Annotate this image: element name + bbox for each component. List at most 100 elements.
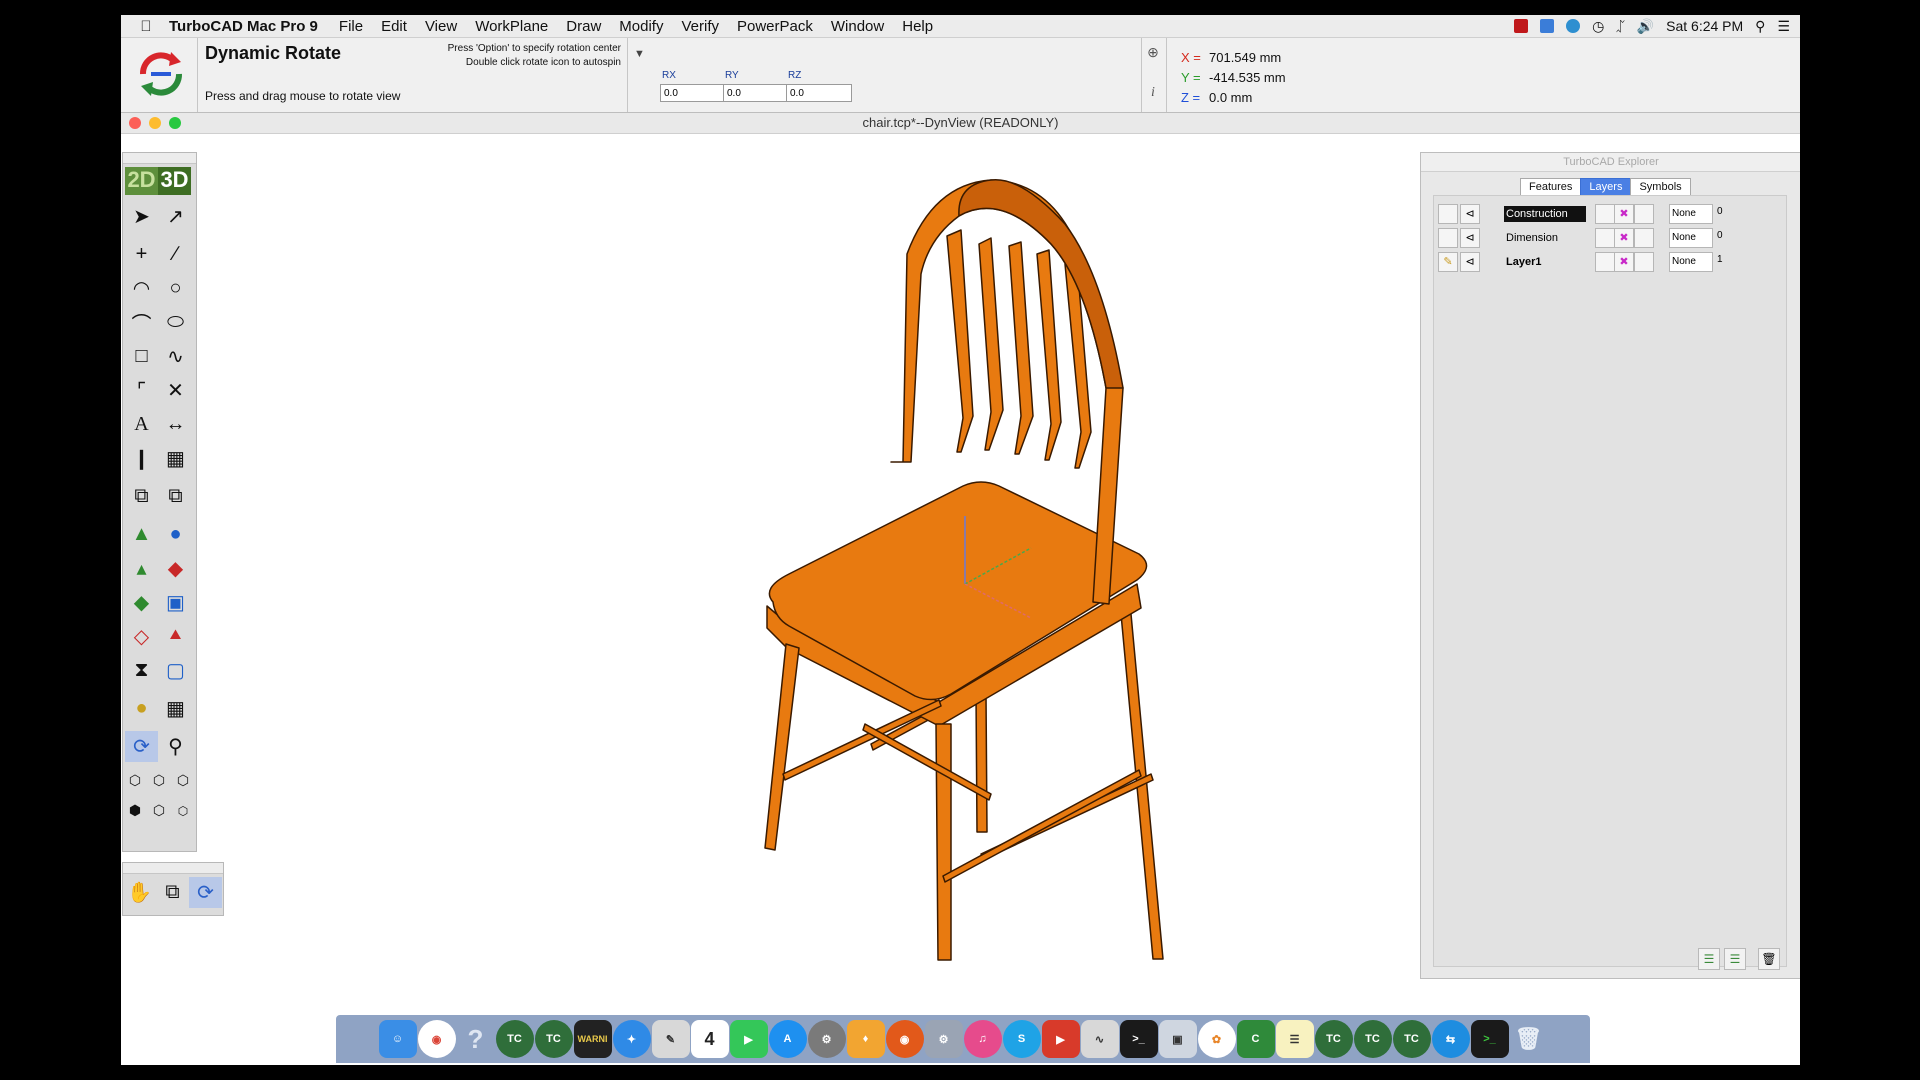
layer-lock-toggle[interactable] <box>1595 252 1615 272</box>
mode-3d[interactable]: 3D <box>158 167 191 195</box>
point-icon[interactable]: + <box>125 239 158 270</box>
fillet-icon[interactable]: ⌜ <box>125 375 158 406</box>
turbocad-icon[interactable]: TC <box>534 1020 573 1058</box>
appstore-icon[interactable]: A <box>768 1020 807 1058</box>
scale-icon[interactable]: ⧉ <box>125 481 158 512</box>
iso-view-icon[interactable]: ⬡ <box>171 765 195 796</box>
itunes-icon[interactable]: ♫ <box>963 1020 1002 1058</box>
layer-color-icon[interactable]: ✖ <box>1614 228 1634 248</box>
delete-layer-icon[interactable]: 🗑 <box>1758 948 1780 970</box>
add-sublayer-icon[interactable]: ☰ <box>1724 948 1746 970</box>
menu-file[interactable]: File <box>330 18 372 35</box>
pencil-icon[interactable]: ✎ <box>1438 252 1458 272</box>
viewports-icon[interactable]: ▦ <box>159 693 192 724</box>
clock[interactable]: Sat 6:24 PM <box>1666 18 1743 34</box>
vertical-line-icon[interactable]: ❙ <box>125 443 158 474</box>
move-copy-icon[interactable]: ⧉ <box>159 481 192 512</box>
select-arrow-icon[interactable]: ➤ <box>125 201 158 232</box>
sphere-icon[interactable]: ● <box>159 519 192 550</box>
utility-icon[interactable]: ⚙ <box>924 1020 963 1058</box>
mode-2d[interactable]: 2D <box>125 167 158 195</box>
apple-menu-icon[interactable]:  <box>131 18 161 35</box>
notes-icon[interactable]: ☰ <box>1275 1020 1314 1058</box>
text-icon[interactable]: A <box>125 409 158 440</box>
tab-layers[interactable]: Layers <box>1580 178 1632 196</box>
layer-name[interactable]: Dimension <box>1504 230 1586 246</box>
layer-name[interactable]: Layer1 <box>1504 254 1586 270</box>
layer-linestyle[interactable] <box>1634 204 1654 224</box>
layer-name[interactable]: Construction <box>1504 206 1586 222</box>
layer-lock-toggle[interactable] <box>1595 228 1615 248</box>
record-icon[interactable] <box>1514 19 1529 33</box>
menu-help[interactable]: Help <box>893 18 942 35</box>
console-icon[interactable]: WARNI <box>573 1020 612 1058</box>
render-view-icon[interactable]: ⬡ <box>147 795 171 826</box>
layer-color-icon[interactable]: ✖ <box>1614 252 1634 272</box>
layer-linestyle[interactable] <box>1634 252 1654 272</box>
turbocad-icon[interactable]: TC <box>1392 1020 1431 1058</box>
close-window-button[interactable] <box>129 117 141 129</box>
layer-material[interactable]: None <box>1669 252 1713 272</box>
layer-visibility-icon[interactable]: ⊲ <box>1460 228 1480 248</box>
line-icon[interactable]: ∕ <box>159 239 192 270</box>
screenshot-icon[interactable]: ▣ <box>1158 1020 1197 1058</box>
dynamic-rotate-icon[interactable] <box>131 44 191 104</box>
layer-lock-toggle[interactable] <box>1595 204 1615 224</box>
layer-material[interactable]: None <box>1669 228 1713 248</box>
menu-modify[interactable]: Modify <box>610 18 672 35</box>
circle-icon[interactable]: ○ <box>159 273 192 304</box>
zoom-window-icon[interactable]: ⧉ <box>156 877 189 908</box>
firefox-icon[interactable]: ◉ <box>885 1020 924 1058</box>
zoom-window-button[interactable] <box>169 117 181 129</box>
time-machine-icon[interactable]: ◷ <box>1592 18 1604 35</box>
boolean-icon[interactable]: ◇ <box>125 621 158 652</box>
trash-icon[interactable]: 🗑 <box>1510 1020 1548 1058</box>
bluetooth-icon[interactable]: ᛢ <box>1616 18 1624 34</box>
render-icon[interactable]: ● <box>125 693 158 724</box>
menu-powerpack[interactable]: PowerPack <box>728 18 822 35</box>
menu-edit[interactable]: Edit <box>372 18 416 35</box>
ellipse-icon[interactable]: ⬭ <box>159 307 192 338</box>
surface-icon[interactable]: ▲ <box>125 519 158 550</box>
menu-view[interactable]: View <box>416 18 466 35</box>
small-view-icon[interactable]: ⬡ <box>171 795 195 826</box>
preview-icon[interactable]: ✎ <box>651 1020 690 1058</box>
trim-icon[interactable]: ✕ <box>159 375 192 406</box>
curve-icon[interactable]: ⌒ <box>125 307 158 338</box>
finder-icon[interactable]: ☺ <box>378 1020 417 1058</box>
layer-row[interactable]: ⊲ Dimension ✖ None 0 <box>1434 228 1786 248</box>
add-layer-icon[interactable]: ☰ <box>1698 948 1720 970</box>
box-icon[interactable]: ▣ <box>159 587 192 618</box>
menu-workplane[interactable]: WorkPlane <box>466 18 557 35</box>
terminal-icon[interactable]: >_ <box>1119 1020 1158 1058</box>
camtasia-icon[interactable]: C <box>1236 1020 1275 1058</box>
terminal-icon[interactable]: >_ <box>1470 1020 1509 1058</box>
blend-icon[interactable]: ⧗ <box>125 655 158 686</box>
explorer-title[interactable]: TurboCAD Explorer <box>1421 153 1800 172</box>
safari-icon[interactable]: ✦ <box>612 1020 651 1058</box>
hatch-icon[interactable]: ▦ <box>159 443 192 474</box>
extrude-surface-icon[interactable]: ▴ <box>125 553 158 584</box>
calendar-icon[interactable]: 4 <box>690 1020 729 1058</box>
sketch-icon[interactable]: ♦ <box>846 1020 885 1058</box>
layer-material[interactable]: None <box>1669 204 1713 224</box>
info-icon[interactable]: i <box>1144 85 1162 101</box>
help-icon[interactable]: ? <box>457 1020 495 1058</box>
layer-color-icon[interactable]: ✖ <box>1614 204 1634 224</box>
layer-visibility-icon[interactable]: ⊲ <box>1460 204 1480 224</box>
shaded-view-icon[interactable]: ⬢ <box>123 795 147 826</box>
layer-row[interactable]: ✎ ⊲ Layer1 ✖ None 1 <box>1434 252 1786 272</box>
pan-hand-icon[interactable]: ✋ <box>123 877 156 908</box>
rx-input[interactable] <box>660 84 726 102</box>
rz-input[interactable] <box>786 84 852 102</box>
dimension-icon[interactable]: ↔ <box>159 409 192 440</box>
ry-input[interactable] <box>723 84 789 102</box>
rectangle-icon[interactable]: □ <box>125 341 158 372</box>
revolve-icon[interactable]: ◆ <box>159 553 192 584</box>
hidden-line-view-icon[interactable]: ⬡ <box>147 765 171 796</box>
sync-icon[interactable] <box>1566 19 1581 33</box>
spline-icon[interactable]: ∿ <box>159 341 192 372</box>
dynamic-rotate-tool-icon[interactable]: ⟳ <box>125 731 158 762</box>
photos-icon[interactable]: ✿ <box>1197 1020 1236 1058</box>
tab-features[interactable]: Features <box>1520 178 1582 196</box>
